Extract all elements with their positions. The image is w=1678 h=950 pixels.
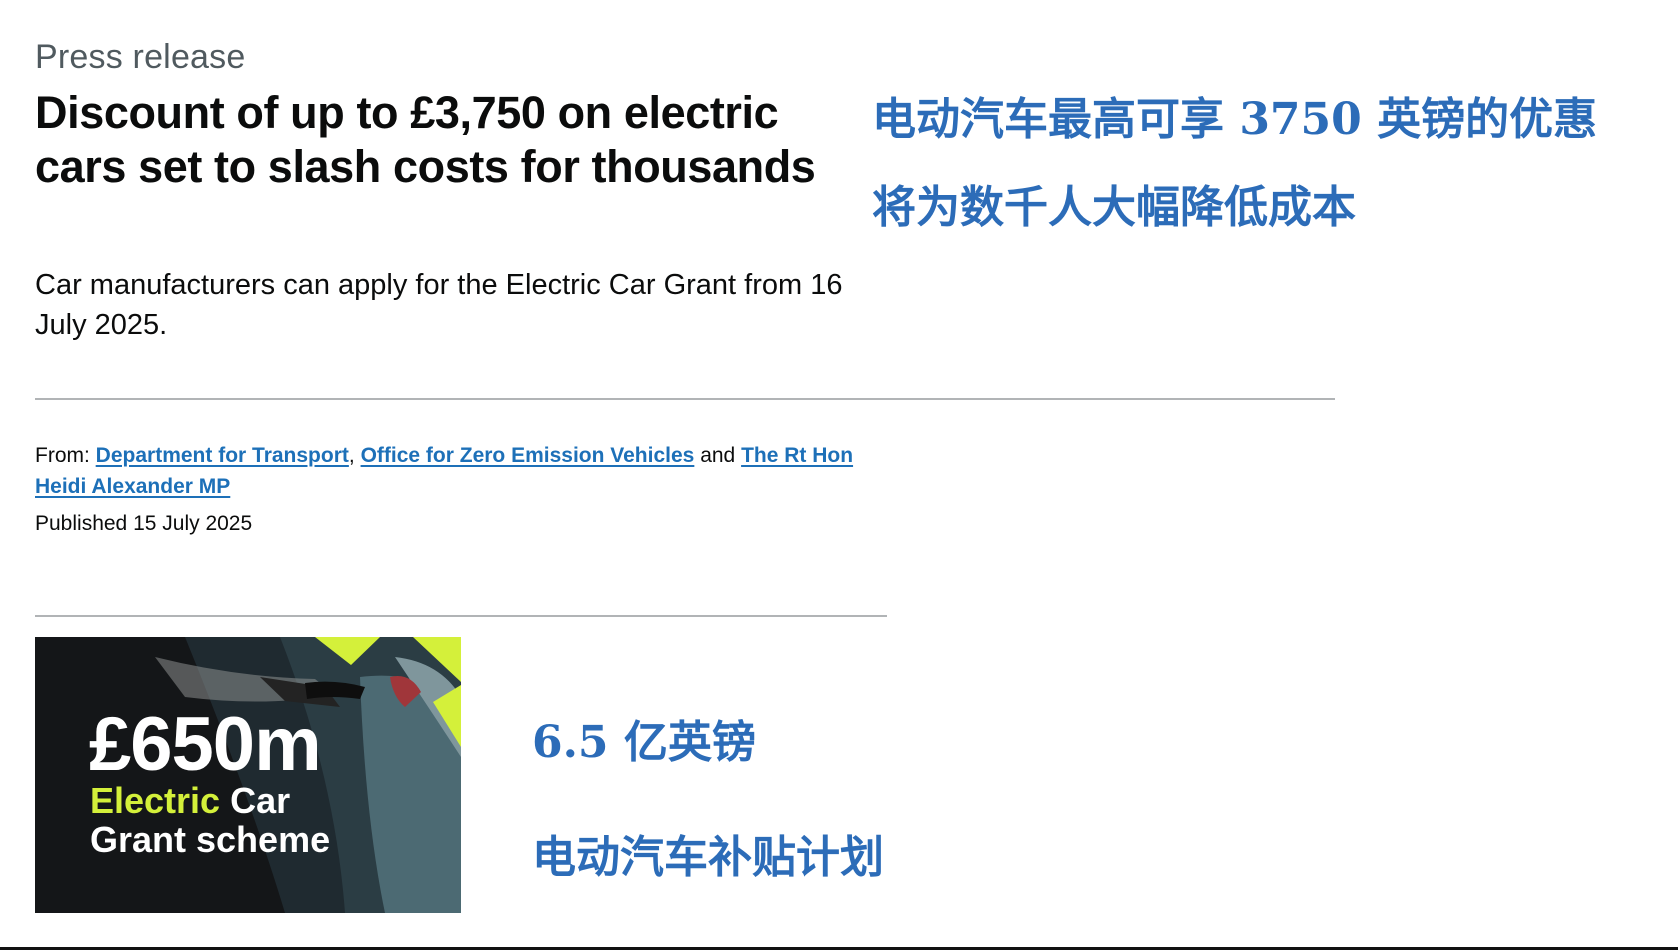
page-kind-caption: Press release <box>35 38 246 76</box>
promo-scheme-line-2: Grant scheme <box>90 819 331 860</box>
separator-comma: , <box>348 444 355 467</box>
lead-paragraph: Car manufacturers can apply for the Elec… <box>35 269 843 341</box>
chinese-title-line-1: 电动汽车最高可享 3750 英镑的优惠 <box>872 94 1598 145</box>
promo-image: £650m Electric Car Grant scheme <box>35 637 461 913</box>
chinese-amount-annotation: 6.5 亿英镑 <box>532 717 756 768</box>
promo-scheme-line-1: Electric Car <box>90 781 290 821</box>
promo-accent-word: Electric <box>90 780 221 821</box>
chinese-title-annotation: 电动汽车最高可享 3750 英镑的优惠 将为数千人大幅降低成本 <box>872 76 1597 252</box>
published-date: Published 15 July 2025 <box>35 512 253 535</box>
org-link-department-for-transport[interactable]: Department for Transport <box>96 444 349 467</box>
separator-and: and <box>700 444 736 467</box>
promo-word-car: Car <box>230 780 291 821</box>
chinese-scheme-annotation: 电动汽车补贴计划 <box>532 832 884 883</box>
page-title: Discount of up to £3,750 on electric car… <box>35 87 816 192</box>
from-metadata: From: Department for Transport, Office f… <box>35 440 855 502</box>
promo-amount: £650m <box>89 702 322 787</box>
org-link-ozev[interactable]: Office for Zero Emission Vehicles <box>361 444 695 467</box>
image-divider <box>35 615 887 617</box>
from-label: From: <box>35 444 90 467</box>
section-divider <box>35 398 1335 400</box>
chinese-title-line-2: 将为数千人大幅降低成本 <box>872 182 1356 233</box>
